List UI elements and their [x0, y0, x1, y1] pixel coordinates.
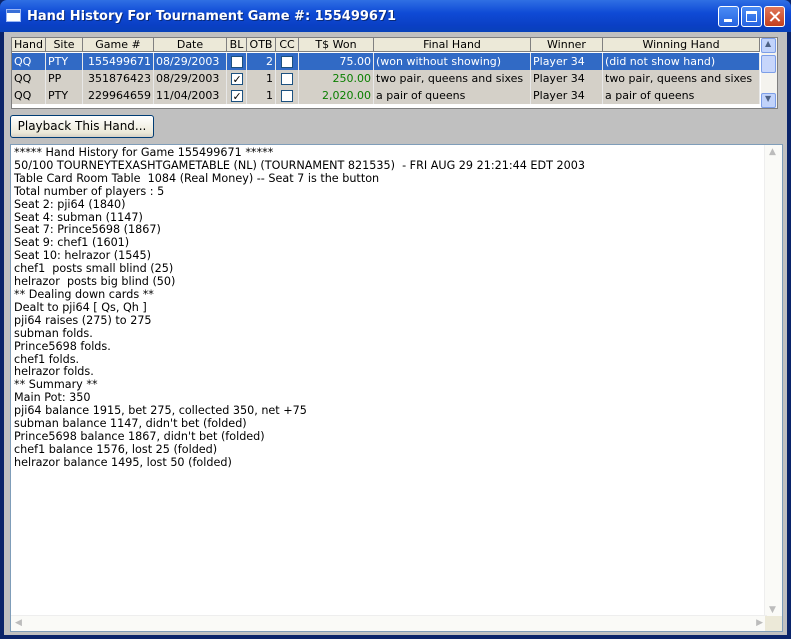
history-line: ***** Hand History for Game 155499671 **…: [14, 146, 274, 159]
window-app-icon: [6, 9, 21, 22]
bl-checkbox[interactable]: [230, 88, 243, 104]
bl-checkbox[interactable]: [230, 71, 243, 87]
cell-bl: [227, 87, 247, 104]
cell-winner: Player 34: [531, 87, 603, 104]
cell-hand: QQ: [12, 53, 46, 70]
history-line: Seat 2: pji64 (1840): [14, 197, 126, 211]
column-header-otb[interactable]: OTB: [247, 38, 276, 52]
cell-winner: Player 34: [531, 70, 603, 87]
history-line: Prince5698 balance 1867, didn't bet (fol…: [14, 429, 265, 443]
column-header-won[interactable]: T$ Won: [299, 38, 374, 52]
history-line: helrazor folds.: [14, 365, 94, 379]
title-bar[interactable]: Hand History For Tournament Game #: 1554…: [0, 0, 791, 32]
close-icon[interactable]: [764, 6, 785, 27]
history-line: chef1 folds.: [14, 352, 80, 366]
table-row[interactable]: QQPP35187642308/29/20031250.00two pair, …: [12, 70, 760, 87]
text-horizontal-scrollbar[interactable]: ◀ ▶: [11, 615, 767, 631]
cell-otb: 1: [247, 70, 276, 87]
history-line: ** Summary **: [14, 378, 98, 392]
playback-hand-button-label: Playback This Hand...: [17, 119, 147, 133]
cell-final-hand: two pair, queens and sixes: [374, 70, 531, 87]
cell-won: 75.00: [299, 53, 374, 70]
cell-game: 229964659: [83, 87, 154, 104]
cell-date: 08/29/2003: [154, 53, 227, 70]
cell-hand: QQ: [12, 70, 46, 87]
cell-bl: [227, 70, 247, 87]
history-line: subman balance 1147, didn't bet (folded): [14, 417, 247, 431]
scroll-up-button[interactable]: ▲: [761, 38, 776, 53]
history-line: helrazor balance 1495, lost 50 (folded): [14, 455, 232, 469]
cell-winning-hand: (did not show hand): [603, 53, 760, 70]
table-row[interactable]: QQPTY22996465911/04/200312,020.00a pair …: [12, 87, 760, 104]
column-header-winner[interactable]: Winner: [531, 38, 603, 52]
cell-site: PTY: [46, 87, 83, 104]
column-header-game[interactable]: Game #: [83, 38, 154, 52]
maximize-icon[interactable]: [741, 6, 762, 27]
history-line: Dealt to pji64 [ Qs, Qh ]: [14, 300, 147, 314]
column-header-hand[interactable]: Hand: [12, 38, 46, 52]
column-header-winning-hand[interactable]: Winning Hand: [603, 38, 760, 52]
cell-game: 155499671: [83, 53, 154, 70]
client-area: Hand Site Game # Date BL OTB CC T$ Won F…: [4, 32, 787, 635]
cell-date: 11/04/2003: [154, 87, 227, 104]
history-line: ** Dealing down cards **: [14, 287, 154, 301]
column-header-date[interactable]: Date: [154, 38, 227, 52]
table-header: Hand Site Game # Date BL OTB CC T$ Won F…: [12, 38, 760, 53]
hand-history-lines: ***** Hand History for Game 155499671 **…: [14, 146, 585, 470]
hand-history-text[interactable]: ***** Hand History for Game 155499671 **…: [10, 144, 783, 632]
cell-bl: [227, 53, 247, 70]
bl-checkbox[interactable]: [230, 56, 243, 68]
cell-final-hand: a pair of queens: [374, 87, 531, 104]
cell-site: PP: [46, 70, 83, 87]
cell-won: 250.00: [299, 70, 374, 87]
column-header-site[interactable]: Site: [46, 38, 83, 52]
app-window: Hand History For Tournament Game #: 1554…: [0, 0, 791, 639]
cell-winning-hand: a pair of queens: [603, 87, 760, 104]
history-line: chef1 balance 1576, lost 25 (folded): [14, 442, 218, 456]
cell-winning-hand: two pair, queens and sixes: [603, 70, 760, 87]
scroll-right-icon[interactable]: ▶: [756, 618, 763, 628]
history-line: 50/100 TOURNEYTEXASHTGAMETABLE (NL) (TOU…: [14, 158, 585, 172]
cell-hand: QQ: [12, 87, 46, 104]
scroll-down-icon[interactable]: ▼: [769, 605, 776, 615]
table-vertical-scrollbar[interactable]: ▲ ▼: [761, 38, 777, 108]
scroll-down-button[interactable]: ▼: [761, 93, 776, 108]
text-vertical-scrollbar[interactable]: ▲ ▼: [764, 145, 782, 617]
cell-winner: Player 34: [531, 53, 603, 70]
cell-cc: [276, 53, 299, 70]
scroll-corner: [765, 616, 782, 631]
hands-table[interactable]: Hand Site Game # Date BL OTB CC T$ Won F…: [11, 37, 778, 109]
column-header-cc[interactable]: CC: [276, 38, 299, 52]
cc-checkbox[interactable]: [281, 73, 293, 85]
cell-site: PTY: [46, 53, 83, 70]
cc-checkbox[interactable]: [281, 56, 293, 68]
cell-game: 351876423: [83, 70, 154, 87]
scroll-left-icon[interactable]: ◀: [15, 618, 22, 628]
minimize-icon[interactable]: [718, 6, 739, 27]
history-line: Total number of players : 5: [14, 184, 165, 198]
cell-cc: [276, 70, 299, 87]
cell-won: 2,020.00: [299, 87, 374, 104]
scroll-up-icon[interactable]: ▲: [769, 147, 776, 157]
column-header-final-hand[interactable]: Final Hand: [374, 38, 531, 52]
history-line: Prince5698 folds.: [14, 339, 111, 353]
table-row[interactable]: QQ PTY 155499671 08/29/2003 2 75.00 (won witho…: [12, 53, 760, 70]
scroll-thumb[interactable]: [761, 55, 776, 73]
cell-otb: 2: [247, 53, 276, 70]
history-line: subman folds.: [14, 326, 93, 340]
history-line: Table Card Room Table 1084 (Real Money) …: [14, 171, 380, 185]
cc-checkbox[interactable]: [281, 90, 293, 102]
cell-otb: 1: [247, 87, 276, 104]
cell-date: 08/29/2003: [154, 70, 227, 87]
history-line: pji64 raises (275) to 275: [14, 313, 152, 327]
column-header-bl[interactable]: BL: [227, 38, 247, 52]
window-title: Hand History For Tournament Game #: 1554…: [27, 9, 397, 24]
playback-hand-button[interactable]: Playback This Hand...: [10, 115, 154, 138]
cell-cc: [276, 87, 299, 104]
cell-final-hand: (won without showing): [374, 53, 531, 70]
